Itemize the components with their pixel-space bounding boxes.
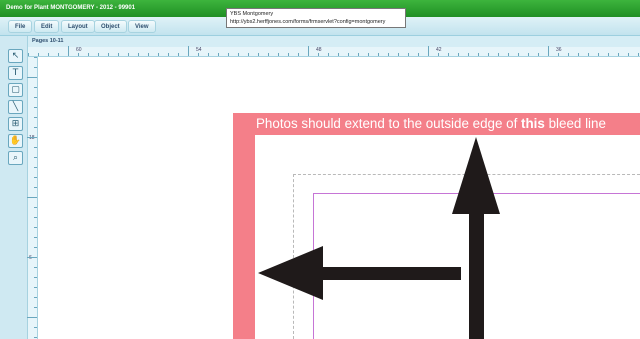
annotation-arrows bbox=[258, 137, 500, 339]
left-arrow-icon bbox=[258, 246, 461, 300]
url-tooltip: YBS Montgomery http://ybs2.herffjones.co… bbox=[226, 8, 406, 28]
tooltip-url: http://ybs2.herffjones.com/forms/frmserv… bbox=[230, 18, 386, 25]
tooltip-title: YBS Montgomery bbox=[230, 11, 274, 17]
up-arrow-icon bbox=[452, 137, 500, 339]
